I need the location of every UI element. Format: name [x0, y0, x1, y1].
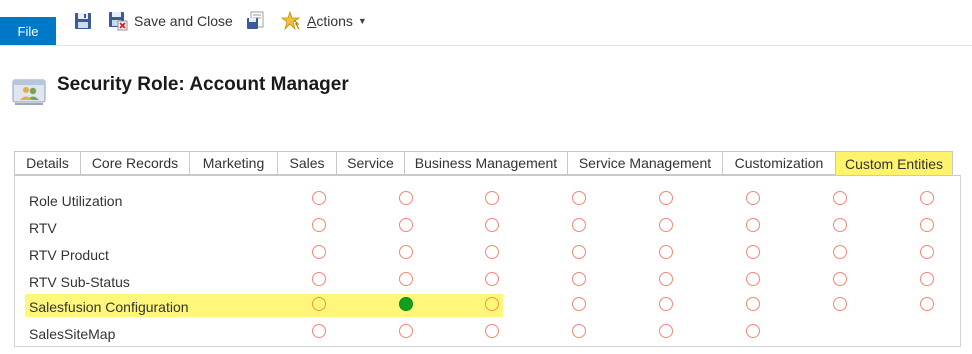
privilege-level-indicator[interactable]: [485, 324, 499, 338]
privilege-level-indicator[interactable]: [746, 272, 760, 286]
security-role-icon: [12, 76, 48, 111]
privilege-level-indicator[interactable]: [399, 218, 413, 232]
privilege-level-indicator[interactable]: [399, 297, 413, 311]
privilege-level-indicator[interactable]: [312, 218, 326, 232]
privilege-level-indicator[interactable]: [572, 324, 586, 338]
privilege-level-indicator[interactable]: [572, 297, 586, 311]
privilege-level-indicator[interactable]: [659, 324, 673, 338]
tab-details[interactable]: Details: [14, 151, 80, 175]
entity-name: Role Utilization: [29, 193, 123, 209]
tab-customization[interactable]: Customization: [722, 151, 835, 175]
page-title: Security Role: Account Manager: [57, 74, 349, 95]
actions-label: Actions: [307, 13, 353, 29]
privilege-row: SalesSiteMap: [15, 321, 962, 348]
privilege-level-indicator[interactable]: [312, 245, 326, 259]
privilege-level-indicator[interactable]: [833, 245, 847, 259]
privilege-level-indicator[interactable]: [399, 191, 413, 205]
privilege-tabs: Details Core Records Marketing Sales Ser…: [14, 151, 953, 176]
save-close-icon: [108, 11, 128, 31]
privilege-level-indicator[interactable]: [312, 297, 326, 311]
tab-service[interactable]: Service: [336, 151, 404, 175]
privilege-level-indicator[interactable]: [485, 272, 499, 286]
tab-marketing[interactable]: Marketing: [189, 151, 277, 175]
entity-name: Salesfusion Configuration: [29, 299, 189, 315]
privilege-level-indicator[interactable]: [399, 272, 413, 286]
privilege-level-indicator[interactable]: [659, 245, 673, 259]
privilege-level-indicator[interactable]: [746, 191, 760, 205]
privilege-level-indicator[interactable]: [746, 324, 760, 338]
privilege-level-indicator[interactable]: [659, 191, 673, 205]
privilege-level-indicator[interactable]: [312, 272, 326, 286]
privilege-level-indicator[interactable]: [572, 245, 586, 259]
privilege-row: RTV: [15, 215, 962, 242]
tab-custom-entities[interactable]: Custom Entities: [835, 151, 953, 176]
privilege-level-indicator[interactable]: [659, 218, 673, 232]
privilege-level-indicator[interactable]: [833, 191, 847, 205]
privilege-level-indicator[interactable]: [399, 324, 413, 338]
privilege-level-indicator[interactable]: [485, 297, 499, 311]
privilege-level-indicator[interactable]: [485, 245, 499, 259]
privilege-level-indicator[interactable]: [659, 272, 673, 286]
privilege-row: RTV Product: [15, 242, 962, 269]
privilege-level-indicator[interactable]: [833, 272, 847, 286]
document-save-icon: [246, 11, 266, 31]
lightning-icon: [281, 11, 301, 31]
privilege-level-indicator[interactable]: [572, 191, 586, 205]
tab-sales[interactable]: Sales: [277, 151, 336, 175]
privilege-level-indicator[interactable]: [920, 272, 934, 286]
privilege-level-indicator[interactable]: [659, 297, 673, 311]
entity-name: RTV Sub-Status: [29, 274, 130, 290]
privilege-row: Salesfusion Configuration: [15, 294, 962, 321]
privilege-level-indicator[interactable]: [920, 297, 934, 311]
entity-name: RTV: [29, 220, 57, 236]
privilege-grid: Role Utilization RTV RTV Product RTV Sub-St…: [14, 175, 961, 347]
tab-service-management[interactable]: Service Management: [567, 151, 722, 175]
privilege-row: Role Utilization: [15, 188, 962, 215]
privilege-level-indicator[interactable]: [920, 191, 934, 205]
privilege-level-indicator[interactable]: [920, 218, 934, 232]
privilege-level-indicator[interactable]: [833, 218, 847, 232]
save-and-close-label: Save and Close: [134, 13, 233, 29]
privilege-level-indicator[interactable]: [399, 245, 413, 259]
file-tab[interactable]: File: [0, 17, 56, 45]
privilege-level-indicator[interactable]: [746, 218, 760, 232]
privilege-level-indicator[interactable]: [920, 245, 934, 259]
save-as-button[interactable]: [246, 10, 266, 32]
privilege-level-indicator[interactable]: [746, 245, 760, 259]
privilege-level-indicator[interactable]: [485, 218, 499, 232]
entity-name: SalesSiteMap: [29, 326, 116, 342]
privilege-level-indicator[interactable]: [572, 272, 586, 286]
actions-menu[interactable]: Actions ▼: [281, 10, 367, 32]
command-ribbon: File Save and Close Actions ▼: [0, 0, 972, 46]
floppy-disk-icon: [74, 12, 92, 30]
privilege-level-indicator[interactable]: [572, 218, 586, 232]
tab-core-records[interactable]: Core Records: [80, 151, 189, 175]
privilege-level-indicator[interactable]: [746, 297, 760, 311]
chevron-down-icon: ▼: [357, 16, 367, 26]
save-button[interactable]: [74, 10, 92, 32]
privilege-row: RTV Sub-Status: [15, 269, 962, 296]
privilege-level-indicator[interactable]: [833, 297, 847, 311]
privilege-level-indicator[interactable]: [312, 324, 326, 338]
save-and-close-button[interactable]: Save and Close: [108, 10, 233, 32]
privilege-level-indicator[interactable]: [485, 191, 499, 205]
privilege-level-indicator[interactable]: [312, 191, 326, 205]
tab-business-management[interactable]: Business Management: [404, 151, 567, 175]
entity-name: RTV Product: [29, 247, 109, 263]
